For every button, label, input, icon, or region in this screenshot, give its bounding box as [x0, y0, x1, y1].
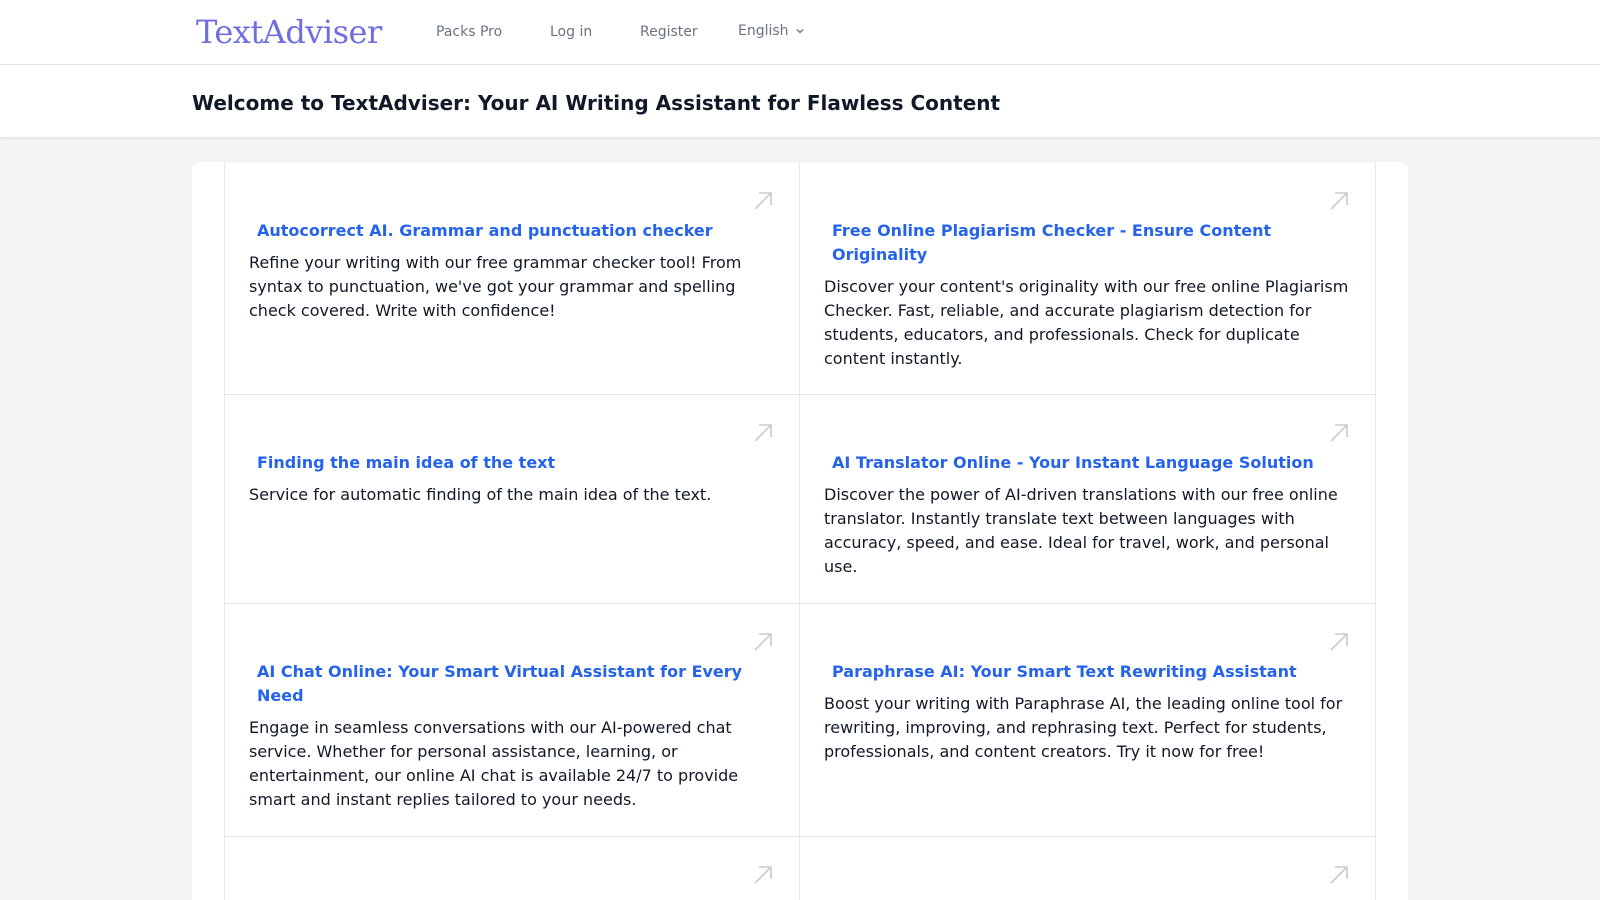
- service-card-paraphrase[interactable]: Paraphrase AI: Your Smart Text Rewriting…: [800, 604, 1376, 837]
- arrow-up-right-icon: [1330, 192, 1348, 210]
- arrow-up-right-icon: [1330, 866, 1348, 884]
- page-title: Welcome to TextAdviser: Your AI Writing …: [192, 91, 1001, 115]
- service-card-title[interactable]: AI Translator Online - Your Instant Lang…: [824, 451, 1351, 475]
- service-card-ai-chat[interactable]: AI Chat Online: Your Smart Virtual Assis…: [224, 604, 800, 837]
- nav-link-register[interactable]: Register: [640, 22, 698, 42]
- service-card-translator[interactable]: AI Translator Online - Your Instant Lang…: [800, 395, 1376, 604]
- site-logo[interactable]: TextAdviser: [196, 12, 382, 52]
- service-card-description: Boost your writing with Paraphrase AI, t…: [824, 694, 1343, 761]
- service-card-partial[interactable]: [800, 837, 1376, 900]
- language-selector[interactable]: English: [738, 21, 805, 41]
- service-card-description: Discover your content's originality with…: [824, 277, 1349, 368]
- nav-link-packs-pro[interactable]: Packs Pro: [436, 22, 502, 42]
- chevron-down-icon: [796, 29, 804, 34]
- service-card-description: Engage in seamless conversations with ou…: [249, 718, 739, 809]
- service-card-plagiarism-checker[interactable]: Free Online Plagiarism Checker - Ensure …: [800, 162, 1376, 395]
- language-label: English: [738, 23, 789, 39]
- service-card-title[interactable]: Finding the main idea of the text: [249, 451, 775, 475]
- arrow-up-right-icon: [754, 866, 772, 884]
- arrow-up-right-icon: [1330, 633, 1348, 651]
- arrow-up-right-icon: [754, 424, 772, 442]
- service-card-description: Service for automatic finding of the mai…: [249, 485, 712, 504]
- services-panel: Autocorrect AI. Grammar and punctuation …: [192, 162, 1408, 900]
- page-header: Welcome to TextAdviser: Your AI Writing …: [0, 65, 1600, 138]
- service-card-title[interactable]: AI Chat Online: Your Smart Virtual Assis…: [249, 660, 775, 708]
- arrow-up-right-icon: [754, 192, 772, 210]
- service-card-autocorrect[interactable]: Autocorrect AI. Grammar and punctuation …: [224, 162, 800, 395]
- services-grid: Autocorrect AI. Grammar and punctuation …: [224, 162, 1376, 900]
- arrow-up-right-icon: [754, 633, 772, 651]
- service-card-title[interactable]: Paraphrase AI: Your Smart Text Rewriting…: [824, 660, 1351, 684]
- service-card-description: Refine your writing with our free gramma…: [249, 253, 742, 320]
- top-navigation-bar: TextAdviser Packs Pro Log in Register En…: [0, 0, 1600, 65]
- service-card-title[interactable]: Free Online Plagiarism Checker - Ensure …: [824, 219, 1351, 267]
- nav-link-log-in[interactable]: Log in: [550, 22, 592, 42]
- service-card-description: Discover the power of AI-driven translat…: [824, 485, 1338, 576]
- arrow-up-right-icon: [1330, 424, 1348, 442]
- service-card-title[interactable]: Autocorrect AI. Grammar and punctuation …: [249, 219, 775, 243]
- service-card-main-idea[interactable]: Finding the main idea of the text Servic…: [224, 395, 800, 604]
- service-card-partial[interactable]: [224, 837, 800, 900]
